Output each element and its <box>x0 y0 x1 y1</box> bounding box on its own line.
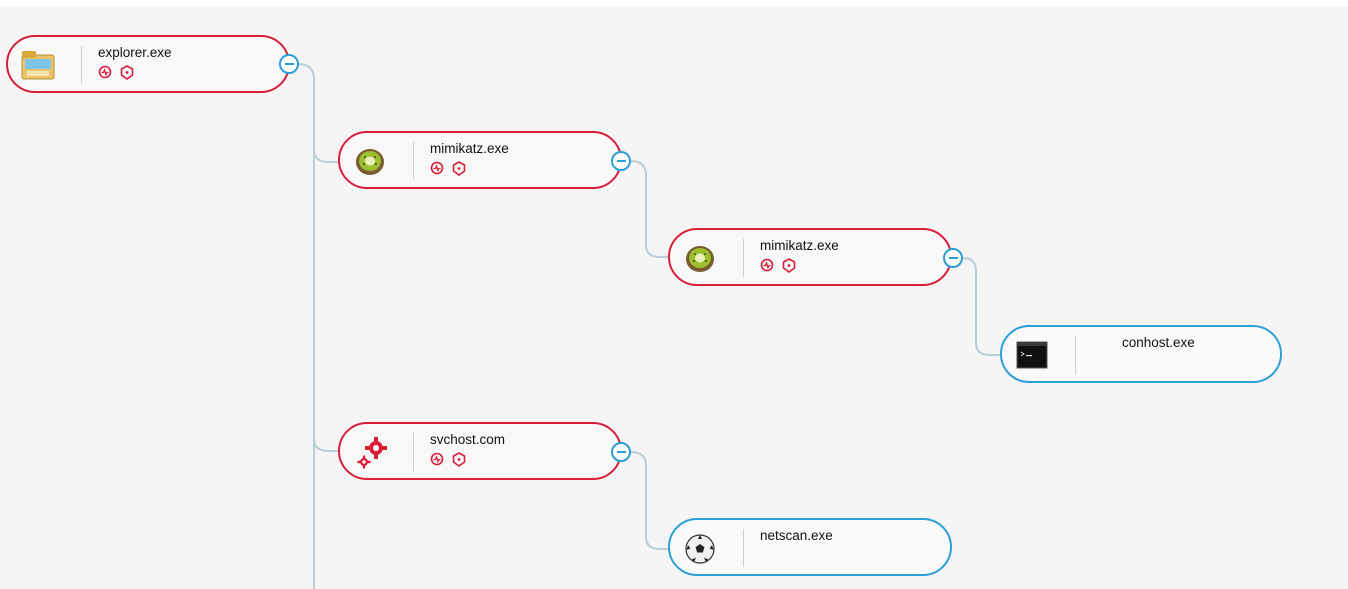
badge-group <box>430 452 470 468</box>
activity-icon[interactable] <box>430 161 444 175</box>
process-node-netscan[interactable]: netscan.exe <box>668 518 952 576</box>
process-name: mimikatz.exe <box>760 238 839 253</box>
process-name: svchost.com <box>430 432 506 447</box>
connector-to-mimikatz-1 <box>313 149 338 163</box>
process-name: mimikatz.exe <box>430 141 509 156</box>
activity-icon[interactable] <box>98 65 112 79</box>
node-divider <box>413 433 414 471</box>
process-node-svchost[interactable]: svchost.com <box>338 422 622 480</box>
process-tree-canvas[interactable]: explorer.exe mimikatz.exe mimikatz.exe c… <box>0 7 1348 589</box>
connector-explorer-children <box>297 63 315 589</box>
node-divider <box>81 46 82 84</box>
shield-icon[interactable] <box>782 258 796 273</box>
collapse-toggle-mimikatz-1[interactable] <box>611 151 631 171</box>
activity-icon[interactable] <box>430 452 444 466</box>
collapse-toggle-mimikatz-2[interactable] <box>943 248 963 268</box>
process-node-mimikatz-2[interactable]: mimikatz.exe <box>668 228 952 286</box>
tree-connectors <box>297 63 1000 589</box>
node-divider <box>1075 336 1076 374</box>
node-divider <box>743 529 744 567</box>
kiwi-icon <box>350 143 390 179</box>
process-node-conhost[interactable]: conhost.exe <box>1000 325 1282 383</box>
connector-to-conhost <box>962 257 1000 356</box>
folder-icon <box>18 47 58 83</box>
node-divider <box>413 142 414 180</box>
connector-to-svchost <box>313 438 338 452</box>
badge-group <box>760 258 800 274</box>
process-name: netscan.exe <box>760 528 833 543</box>
collapse-toggle-explorer[interactable] <box>279 54 299 74</box>
shield-icon[interactable] <box>452 161 466 176</box>
badge-group <box>98 65 138 81</box>
connector-to-netscan <box>629 451 668 550</box>
process-node-explorer[interactable]: explorer.exe <box>6 35 290 93</box>
badge-group <box>430 161 470 177</box>
node-divider <box>743 239 744 277</box>
process-name: conhost.exe <box>1122 335 1195 350</box>
shield-icon[interactable] <box>120 65 134 80</box>
collapse-toggle-svchost[interactable] <box>611 442 631 462</box>
process-name: explorer.exe <box>98 45 172 60</box>
shield-icon[interactable] <box>452 452 466 467</box>
console-icon <box>1012 337 1052 373</box>
connector-to-mimikatz-2 <box>629 160 668 258</box>
kiwi-icon <box>680 240 720 276</box>
gears-icon <box>350 434 390 470</box>
process-node-mimikatz-1[interactable]: mimikatz.exe <box>338 131 622 189</box>
activity-icon[interactable] <box>760 258 774 272</box>
soccer-ball-icon <box>680 530 720 566</box>
